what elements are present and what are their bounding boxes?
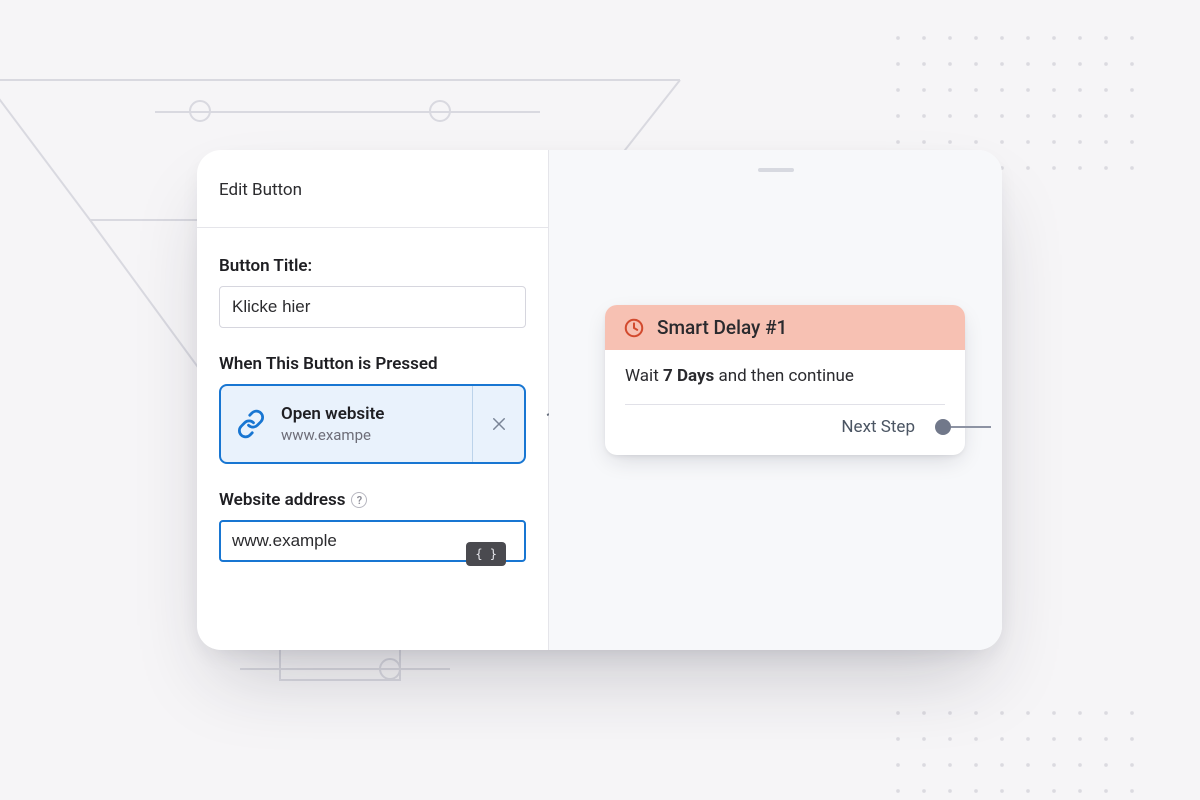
node-header: Smart Delay #1 <box>605 305 965 350</box>
link-icon <box>221 386 281 462</box>
decorative-dot-grid <box>885 700 1145 800</box>
divider <box>197 227 549 228</box>
help-icon[interactable]: ? <box>351 492 367 508</box>
button-title-input[interactable] <box>219 286 526 328</box>
flow-canvas[interactable]: Smart Delay #1 Wait 7 Days and then cont… <box>549 150 1002 650</box>
remove-action-button[interactable] <box>472 386 524 462</box>
smart-delay-node[interactable]: Smart Delay #1 Wait 7 Days and then cont… <box>605 305 965 455</box>
action-title: Open website <box>281 404 472 424</box>
button-title-label: Button Title: <box>219 256 526 276</box>
clock-icon <box>623 317 645 339</box>
website-address-label: Website address ? <box>219 490 526 510</box>
action-open-website[interactable]: Open website www.exampe <box>219 384 526 464</box>
drag-handle[interactable] <box>758 168 794 172</box>
when-pressed-label: When This Button is Pressed <box>219 354 526 374</box>
divider <box>625 404 945 405</box>
close-icon <box>490 415 508 433</box>
edit-button-panel: Edit Button Button Title: When This Butt… <box>197 150 549 650</box>
next-step-label: Next Step <box>841 417 915 437</box>
when-pressed-section: When This Button is Pressed Open website… <box>219 354 526 464</box>
editor-card: Edit Button Button Title: When This Butt… <box>197 150 1002 650</box>
node-body: Wait 7 Days and then continue Next Step <box>605 350 965 455</box>
website-address-label-text: Website address <box>219 490 345 510</box>
output-port[interactable] <box>935 419 951 435</box>
node-description: Wait 7 Days and then continue <box>625 366 945 386</box>
button-title-section: Button Title: <box>219 256 526 328</box>
action-subtitle: www.exampe <box>281 426 472 444</box>
insert-variable-button[interactable]: { } <box>466 542 506 566</box>
panel-title: Edit Button <box>219 150 526 216</box>
website-address-section: Website address ? { } <box>219 490 526 562</box>
connector-stub <box>951 426 991 428</box>
node-title: Smart Delay #1 <box>657 316 787 339</box>
